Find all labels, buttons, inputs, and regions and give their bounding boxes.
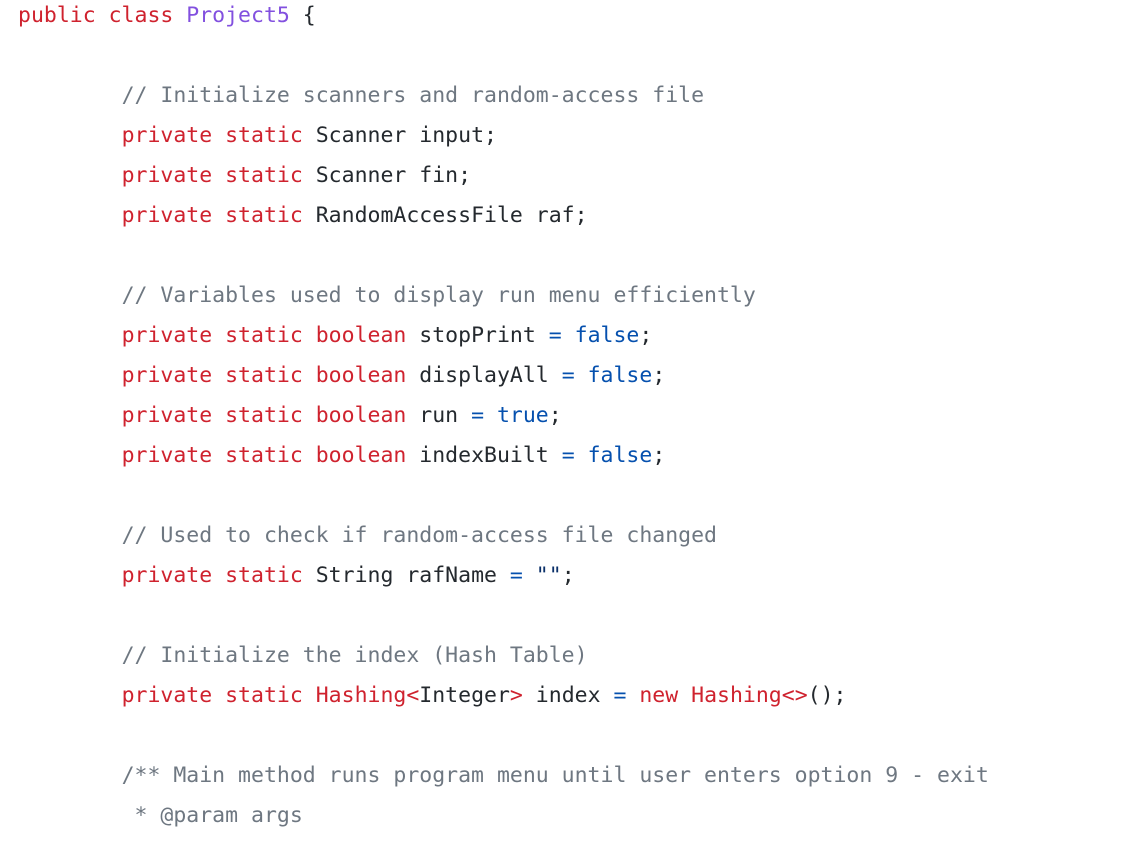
code-token-keyword: private static bbox=[121, 323, 316, 348]
code-token-plain: ; bbox=[639, 323, 653, 348]
code-token-comment: // Initialize scanners and random-access… bbox=[121, 83, 705, 108]
code-token-keyword: private static bbox=[121, 683, 316, 708]
code-token-keyword: private static bbox=[121, 123, 316, 148]
code-token-keyword: > bbox=[509, 683, 523, 708]
code-token-class: Project5 bbox=[186, 3, 290, 28]
code-line: // Initialize the index (Hash Table) bbox=[18, 636, 989, 676]
code-token-comment: * @param args bbox=[121, 803, 303, 828]
code-token-plain: ; bbox=[652, 443, 666, 468]
code-token-plain: Scanner fin; bbox=[315, 163, 472, 188]
code-token-keyword: private static bbox=[121, 563, 316, 588]
code-view: public class Project5 { // Initialize sc… bbox=[18, 0, 989, 836]
code-token-keyword: private static bbox=[121, 203, 316, 228]
code-line: * @param args bbox=[18, 796, 989, 836]
code-token-plain: RandomAccessFile raf; bbox=[315, 203, 588, 228]
code-token-plain: Integer bbox=[419, 683, 510, 708]
code-token-keyword: <> bbox=[781, 683, 808, 708]
code-token-comment: // Variables used to display run menu ef… bbox=[121, 283, 756, 308]
code-token-operator: = bbox=[561, 443, 588, 468]
code-token-comment: /** Main method runs program menu until … bbox=[121, 763, 989, 788]
code-token-keyword: new bbox=[639, 683, 692, 708]
code-token-literal: false bbox=[587, 363, 653, 388]
code-token-keyword: < bbox=[406, 683, 420, 708]
code-line: // Initialize scanners and random-access… bbox=[18, 76, 989, 116]
code-token-plain: ; bbox=[652, 363, 666, 388]
code-line: private static boolean displayAll = fals… bbox=[18, 356, 989, 396]
code-token-plain: ; bbox=[548, 403, 562, 428]
code-line: private static Scanner fin; bbox=[18, 156, 989, 196]
code-token-string: "" bbox=[535, 563, 562, 588]
code-token-plain: stopPrint bbox=[419, 323, 549, 348]
code-token-plain: Scanner input; bbox=[315, 123, 497, 148]
code-token-type: boolean bbox=[315, 323, 420, 348]
code-token-type: Hashing bbox=[691, 683, 782, 708]
code-token-comment: // Used to check if random-access file c… bbox=[121, 523, 717, 548]
code-token-literal: false bbox=[574, 323, 640, 348]
code-line: private static Hashing<Integer> index = … bbox=[18, 676, 989, 716]
code-line: // Variables used to display run menu ef… bbox=[18, 276, 989, 316]
code-token-operator: = bbox=[509, 563, 536, 588]
code-line: /** Main method runs program menu until … bbox=[18, 756, 989, 796]
code-line: public class Project5 { bbox=[18, 0, 989, 36]
code-token-operator: = bbox=[548, 323, 575, 348]
code-token-type: boolean bbox=[315, 363, 420, 388]
code-token-literal: true bbox=[496, 403, 549, 428]
code-token-plain: { bbox=[289, 3, 316, 28]
code-token-operator: = bbox=[561, 363, 588, 388]
code-line: private static boolean stopPrint = false… bbox=[18, 316, 989, 356]
code-line: private static Scanner input; bbox=[18, 116, 989, 156]
code-token-plain: (); bbox=[807, 683, 847, 708]
code-token-type: boolean bbox=[315, 443, 420, 468]
code-token-plain: index bbox=[522, 683, 614, 708]
code-token-keyword: private static bbox=[121, 403, 316, 428]
code-line: private static String rafName = ""; bbox=[18, 556, 989, 596]
code-token-comment: // Initialize the index (Hash Table) bbox=[121, 643, 588, 668]
code-token-plain: ; bbox=[561, 563, 575, 588]
code-line: private static boolean run = true; bbox=[18, 396, 989, 436]
code-line: private static RandomAccessFile raf; bbox=[18, 196, 989, 236]
code-token-plain: indexBuilt bbox=[419, 443, 562, 468]
code-token-type: Hashing bbox=[315, 683, 407, 708]
code-token-operator: = bbox=[613, 683, 640, 708]
code-token-literal: false bbox=[587, 443, 653, 468]
code-token-operator: = bbox=[471, 403, 497, 428]
code-line: private static boolean indexBuilt = fals… bbox=[18, 436, 989, 476]
code-token-plain: displayAll bbox=[419, 363, 562, 388]
code-token-plain: String rafName bbox=[315, 563, 510, 588]
code-token-keyword: private static bbox=[121, 163, 316, 188]
code-token-plain: run bbox=[419, 403, 472, 428]
code-token-type: boolean bbox=[315, 403, 420, 428]
code-token-keyword: private static bbox=[121, 443, 316, 468]
code-token-keyword: public class bbox=[18, 3, 187, 28]
code-line: // Used to check if random-access file c… bbox=[18, 516, 989, 556]
code-token-keyword: private static bbox=[121, 363, 316, 388]
